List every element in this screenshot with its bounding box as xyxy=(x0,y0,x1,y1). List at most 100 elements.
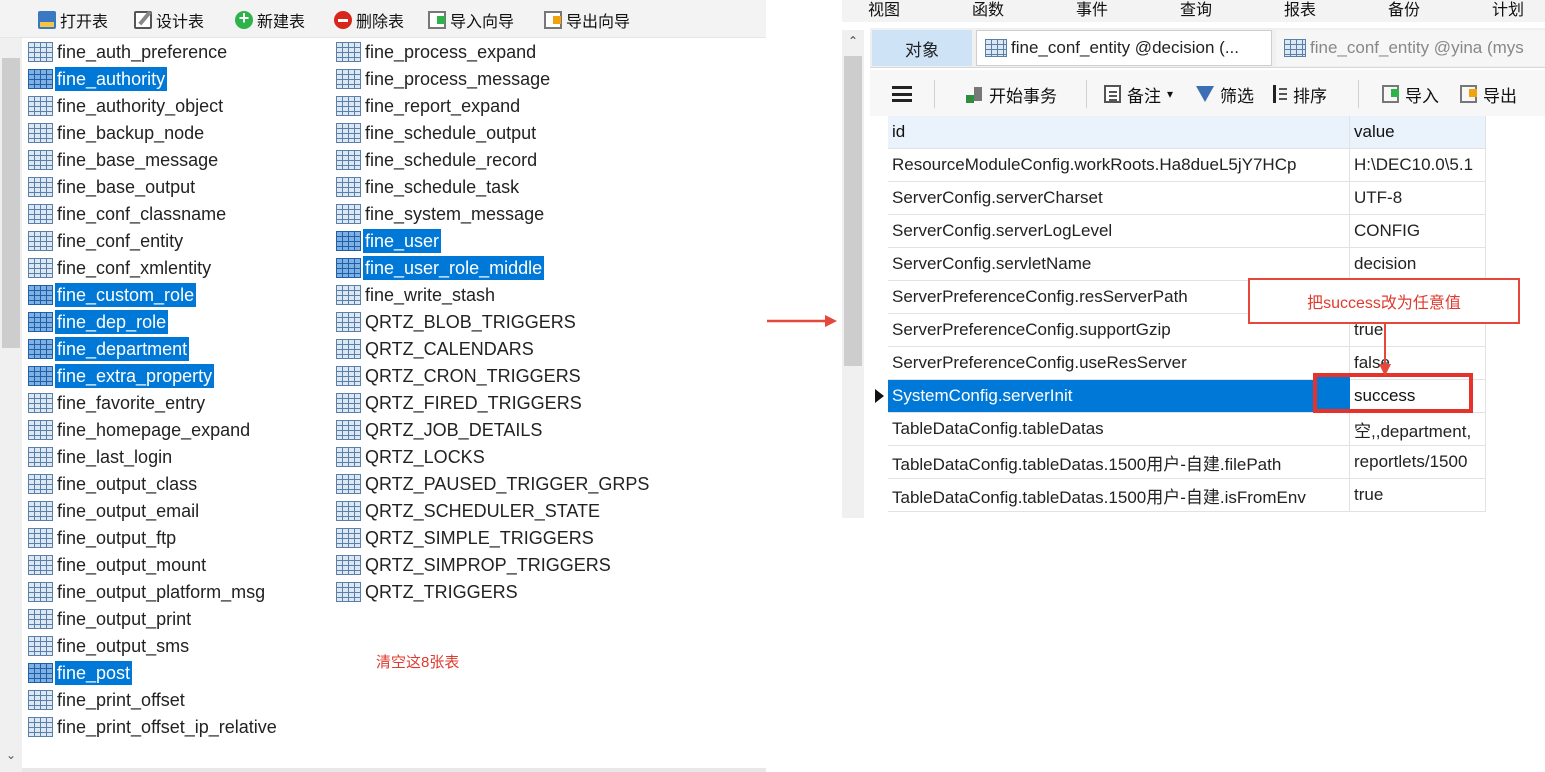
table-list-item[interactable]: fine_conf_classname xyxy=(28,200,279,227)
filter-button[interactable]: 筛选 xyxy=(1196,82,1254,106)
table-list-item[interactable]: QRTZ_TRIGGERS xyxy=(336,578,651,605)
table-list-item[interactable]: fine_process_message xyxy=(336,65,651,92)
export-button[interactable]: 导出 xyxy=(1460,82,1517,106)
object-tree-scrollbar[interactable]: ⌃ xyxy=(842,30,864,518)
table-list-item[interactable]: QRTZ_SIMPROP_TRIGGERS xyxy=(336,551,651,578)
table-list-item[interactable]: fine_favorite_entry xyxy=(28,389,279,416)
cell-id[interactable]: ServerConfig.serverLogLevel xyxy=(888,215,1350,248)
table-list-item[interactable]: fine_authority xyxy=(28,65,279,92)
menu-item[interactable]: 函数 xyxy=(972,0,1004,20)
table-list-item[interactable]: QRTZ_CALENDARS xyxy=(336,335,651,362)
table-row[interactable]: TableDataConfig.tableDatas.1500用户-自建.isF… xyxy=(870,479,1545,512)
table-list-item[interactable]: QRTZ_SCHEDULER_STATE xyxy=(336,497,651,524)
table-list-item[interactable]: fine_backup_node xyxy=(28,119,279,146)
table-list-item[interactable]: fine_post xyxy=(28,659,279,686)
table-list-item[interactable]: fine_output_mount xyxy=(28,551,279,578)
table-list-item[interactable]: fine_auth_preference xyxy=(28,38,279,65)
tab-conf-entity-yina[interactable]: fine_conf_entity @yina (mys xyxy=(1276,30,1545,66)
table-list-item[interactable]: fine_schedule_task xyxy=(336,173,651,200)
cell-value[interactable]: UTF-8 xyxy=(1350,182,1486,215)
table-list-item[interactable]: fine_output_platform_msg xyxy=(28,578,279,605)
new-table-button[interactable]: 新建表 xyxy=(235,8,305,32)
cell-id[interactable]: TableDataConfig.tableDatas xyxy=(888,413,1350,446)
table-list-item[interactable]: QRTZ_PAUSED_TRIGGER_GRPS xyxy=(336,470,651,497)
table-list-item[interactable]: QRTZ_LOCKS xyxy=(336,443,651,470)
table-list-item[interactable]: fine_output_class xyxy=(28,470,279,497)
table-list-item[interactable]: fine_print_offset_ip_relative xyxy=(28,713,279,740)
table-list-item[interactable]: QRTZ_CRON_TRIGGERS xyxy=(336,362,651,389)
delete-table-button[interactable]: 删除表 xyxy=(334,8,404,32)
design-table-button[interactable]: 设计表 xyxy=(134,8,204,32)
cell-id[interactable]: ResourceModuleConfig.workRoots.Ha8dueL5j… xyxy=(888,149,1350,182)
table-list-item[interactable]: fine_output_ftp xyxy=(28,524,279,551)
open-table-button[interactable]: 打开表 xyxy=(38,8,108,32)
table-list-item[interactable]: fine_user xyxy=(336,227,651,254)
table-list-item[interactable]: fine_process_expand xyxy=(336,38,651,65)
menu-button[interactable] xyxy=(892,82,912,106)
scroll-down-icon[interactable]: ⌄ xyxy=(0,748,22,768)
scroll-up-icon[interactable]: ⌃ xyxy=(842,34,864,48)
table-list-item[interactable]: fine_homepage_expand xyxy=(28,416,279,443)
menu-item[interactable]: 备份 xyxy=(1388,0,1420,20)
table-list-scrollbar[interactable]: ⌄ xyxy=(0,38,22,772)
table-list-item[interactable]: fine_write_stash xyxy=(336,281,651,308)
table-list-item[interactable]: fine_schedule_output xyxy=(336,119,651,146)
cell-id[interactable]: TableDataConfig.tableDatas.1500用户-自建.fil… xyxy=(888,446,1350,479)
table-list-item[interactable]: fine_extra_property xyxy=(28,362,279,389)
cell-id[interactable]: SystemConfig.serverInit xyxy=(888,380,1350,413)
table-list-item[interactable]: QRTZ_SIMPLE_TRIGGERS xyxy=(336,524,651,551)
table-list-item[interactable]: fine_conf_xmlentity xyxy=(28,254,279,281)
table-list-item[interactable]: QRTZ_BLOB_TRIGGERS xyxy=(336,308,651,335)
menu-item[interactable]: 视图 xyxy=(868,0,900,20)
cell-id[interactable]: TableDataConfig.tableDatas.1500用户-自建.isF… xyxy=(888,479,1350,512)
table-list-item[interactable]: fine_report_expand xyxy=(336,92,651,119)
table-list-item[interactable]: fine_conf_entity xyxy=(28,227,279,254)
table-row[interactable]: TableDataConfig.tableDatas 空,,department, xyxy=(870,413,1545,446)
table-list-item[interactable]: QRTZ_FIRED_TRIGGERS xyxy=(336,389,651,416)
column-header-id[interactable]: id xyxy=(888,116,1350,149)
cell-value[interactable]: H:\DEC10.0\5.1 xyxy=(1350,149,1486,182)
tab-objects[interactable]: 对象 xyxy=(872,30,972,66)
table-list-item[interactable]: fine_system_message xyxy=(336,200,651,227)
cell-value[interactable]: decision xyxy=(1350,248,1486,281)
menu-item[interactable]: 事件 xyxy=(1076,0,1108,20)
table-list-item[interactable]: fine_base_output xyxy=(28,173,279,200)
dropdown-caret-icon[interactable]: ▾ xyxy=(1167,87,1173,101)
import-wizard-button[interactable]: 导入向导 xyxy=(428,8,514,32)
table-list-item[interactable]: fine_authority_object xyxy=(28,92,279,119)
column-header-value[interactable]: value xyxy=(1350,116,1486,149)
import-button[interactable]: 导入 xyxy=(1382,82,1439,106)
table-list-item[interactable]: QRTZ_JOB_DETAILS xyxy=(336,416,651,443)
table-list-item[interactable]: fine_output_email xyxy=(28,497,279,524)
cell-id[interactable]: ServerPreferenceConfig.useResServer xyxy=(888,347,1350,380)
scrollbar-thumb[interactable] xyxy=(844,56,862,366)
table-row[interactable]: ResourceModuleConfig.workRoots.Ha8dueL5j… xyxy=(870,149,1545,182)
table-list-item[interactable]: fine_user_role_middle xyxy=(336,254,651,281)
cell-value[interactable]: true xyxy=(1350,479,1486,512)
memo-button[interactable]: 备注 ▾ xyxy=(1104,82,1173,106)
cell-value[interactable]: reportlets/1500 xyxy=(1350,446,1486,479)
begin-transaction-button[interactable]: 开始事务 xyxy=(966,82,1057,106)
table-list-item[interactable]: fine_output_print xyxy=(28,605,279,632)
horizontal-scrollbar[interactable] xyxy=(22,768,766,772)
menu-item[interactable]: 报表 xyxy=(1284,0,1316,20)
table-row[interactable]: ServerConfig.serverLogLevel CONFIG xyxy=(870,215,1545,248)
cell-id[interactable]: ServerConfig.servletName xyxy=(888,248,1350,281)
table-row[interactable]: TableDataConfig.tableDatas.1500用户-自建.fil… xyxy=(870,446,1545,479)
menu-item[interactable]: 计划 xyxy=(1492,0,1524,20)
scrollbar-thumb[interactable] xyxy=(2,58,20,348)
cell-id[interactable]: ServerConfig.serverCharset xyxy=(888,182,1350,215)
tab-conf-entity-decision[interactable]: fine_conf_entity @decision (... xyxy=(976,30,1272,66)
table-list-item[interactable]: fine_dep_role xyxy=(28,308,279,335)
table-row[interactable]: ServerConfig.servletName decision xyxy=(870,248,1545,281)
cell-value[interactable]: 空,,department, xyxy=(1350,413,1486,446)
cell-value[interactable]: CONFIG xyxy=(1350,215,1486,248)
table-row[interactable]: ServerConfig.serverCharset UTF-8 xyxy=(870,182,1545,215)
table-list-item[interactable]: fine_custom_role xyxy=(28,281,279,308)
table-list-item[interactable]: fine_print_offset xyxy=(28,686,279,713)
table-list-item[interactable]: fine_department xyxy=(28,335,279,362)
menu-item[interactable]: 查询 xyxy=(1180,0,1212,20)
sort-button[interactable]: 排序 xyxy=(1270,82,1327,106)
table-list-item[interactable]: fine_schedule_record xyxy=(336,146,651,173)
table-list-item[interactable]: fine_output_sms xyxy=(28,632,279,659)
